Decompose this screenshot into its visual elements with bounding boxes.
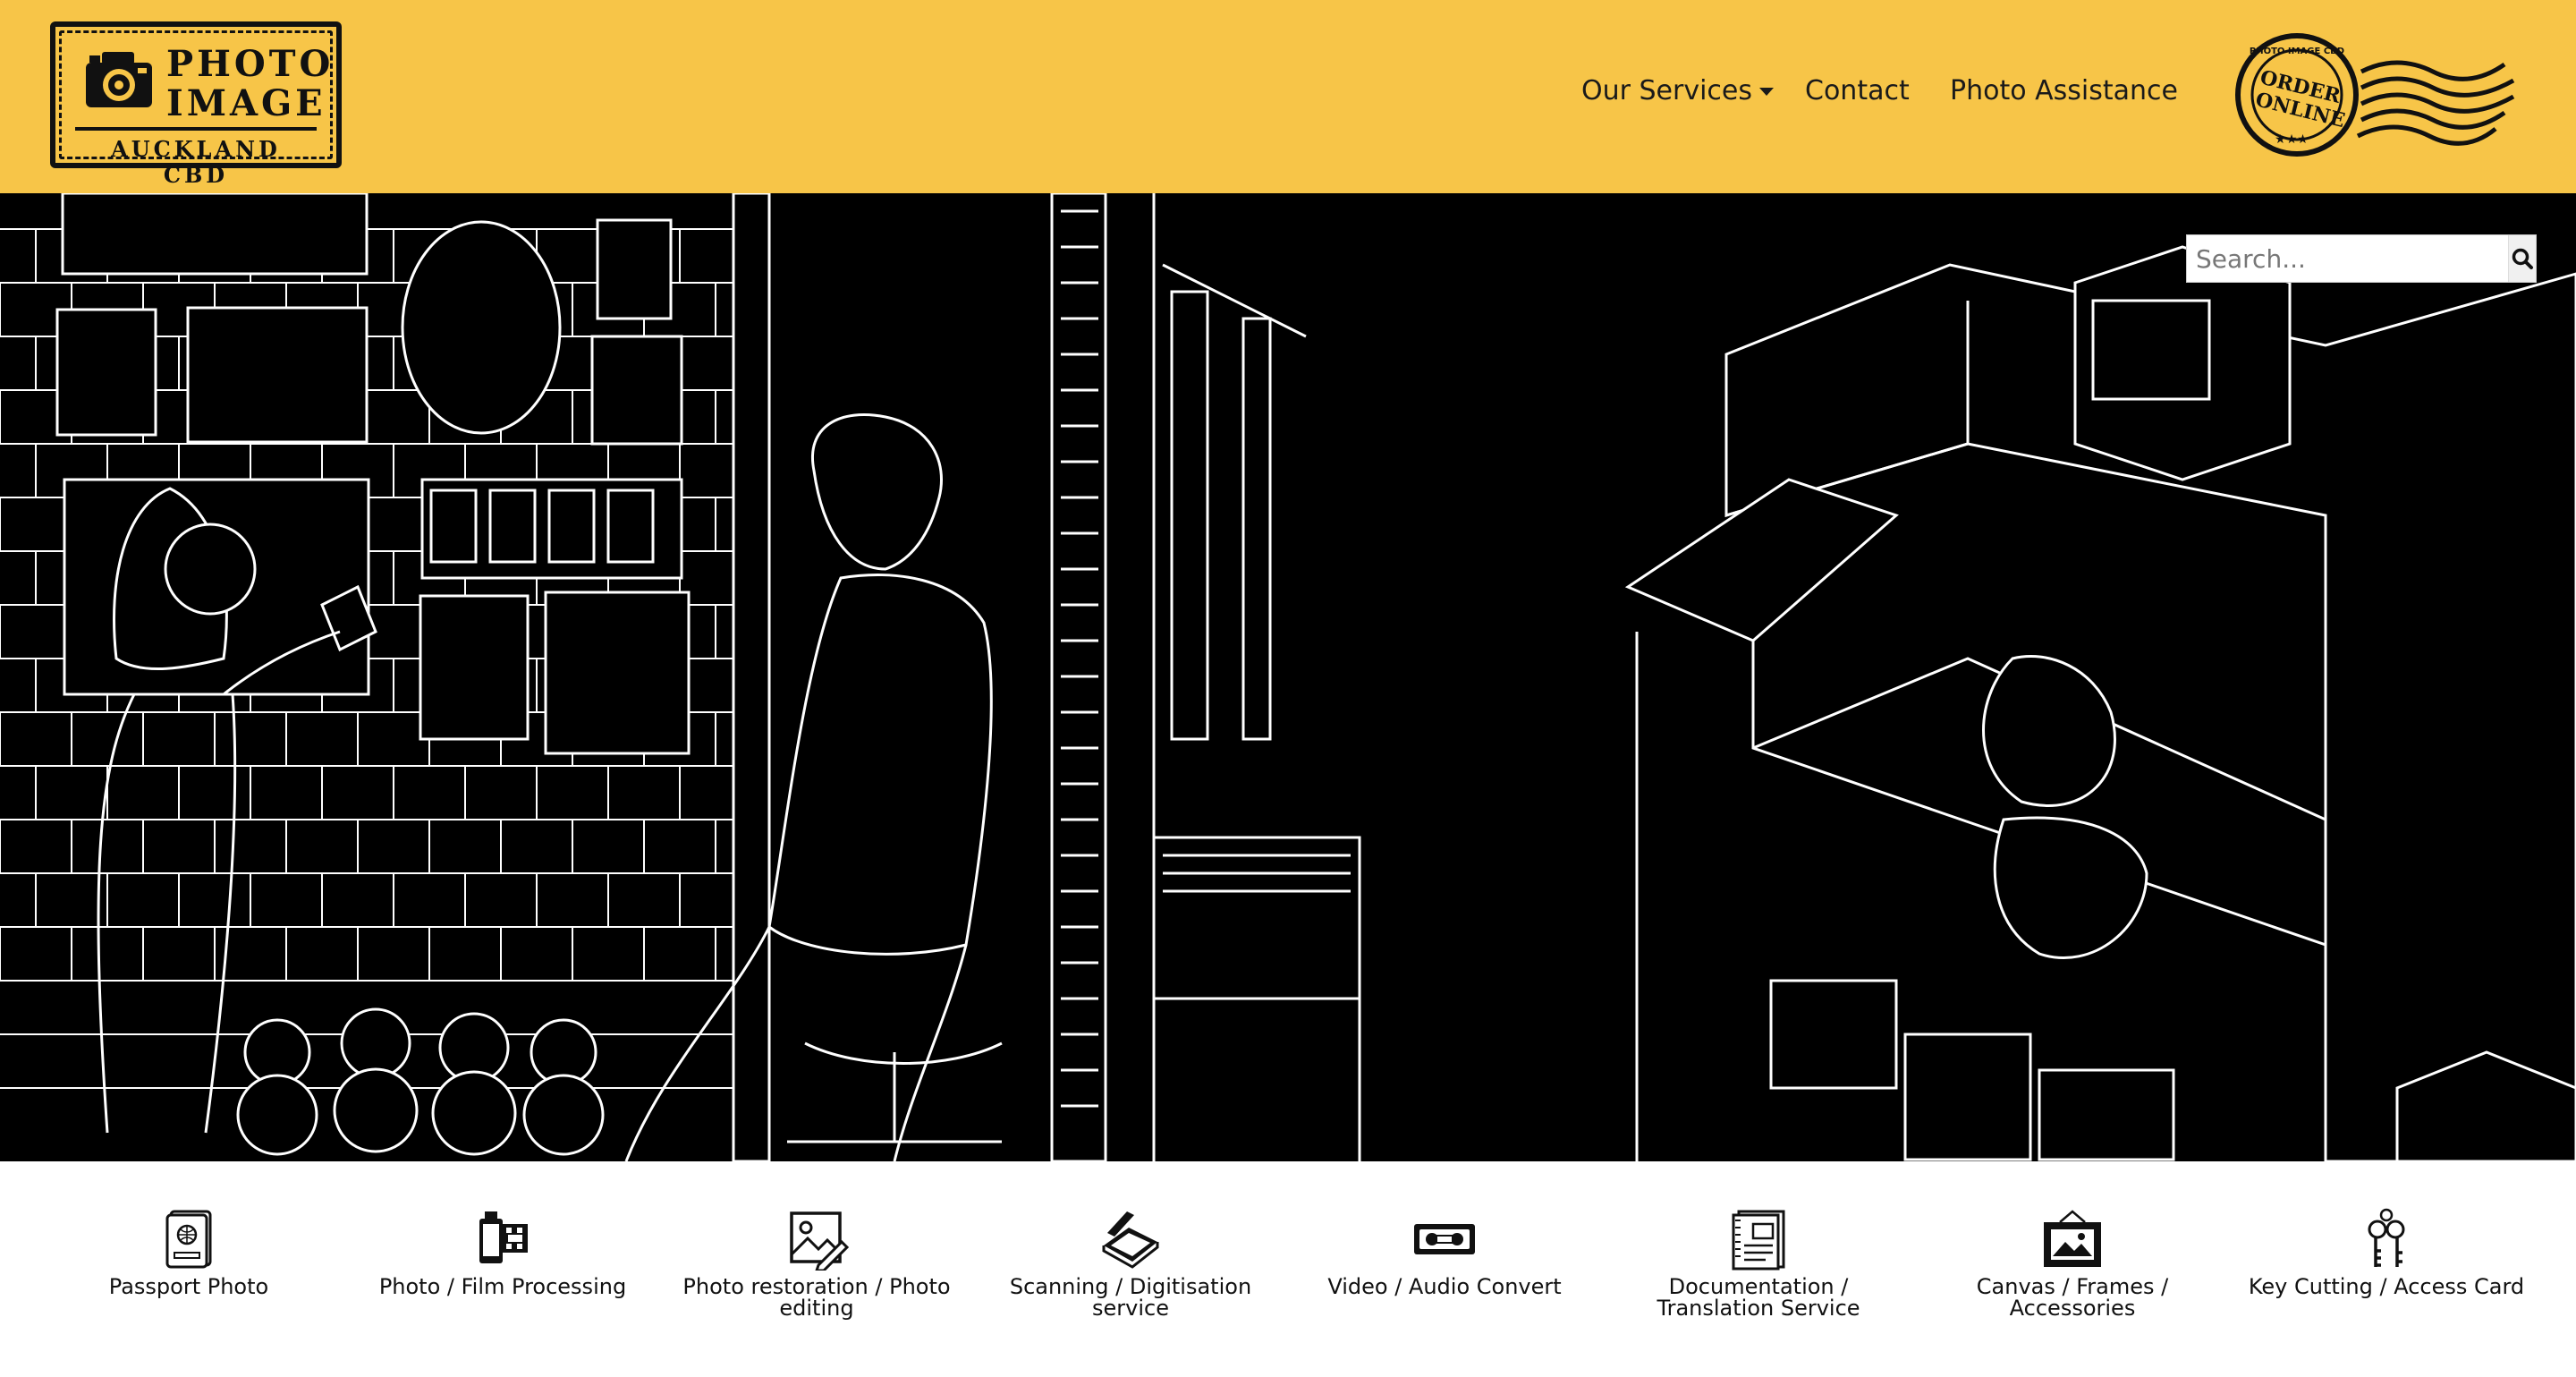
service-label: Documentation / Translation Service bbox=[1657, 1274, 1860, 1321]
search-box bbox=[2186, 234, 2537, 283]
postmark-stamp-icon: PHOTO IMAGE CBD ORDER ONLINE ★★★ bbox=[2235, 33, 2515, 157]
keys-icon bbox=[2368, 1208, 2405, 1267]
hero-illustration bbox=[0, 193, 2576, 1161]
logo-text-image: IMAGE bbox=[166, 82, 326, 124]
nav-our-services-label: Our Services bbox=[1581, 75, 1753, 106]
service-film-processing[interactable]: Photo / Film Processing bbox=[355, 1206, 650, 1297]
stamp-ring-text: PHOTO IMAGE CBD bbox=[2250, 47, 2344, 56]
service-canvas-frames[interactable]: Canvas / Frames / Accessories bbox=[1925, 1206, 2220, 1319]
scanner-icon bbox=[1102, 1211, 1159, 1269]
site-logo[interactable]: PHOTO IMAGE AUCKLAND CBD bbox=[50, 21, 342, 188]
service-scanning[interactable]: Scanning / Digitisation service bbox=[983, 1206, 1278, 1319]
document-icon bbox=[1732, 1210, 1785, 1271]
nav-contact[interactable]: Contact bbox=[1805, 75, 1910, 106]
service-label: Scanning / Digitisation service bbox=[1009, 1274, 1252, 1321]
service-label: Canvas / Frames / Accessories bbox=[1976, 1274, 2169, 1321]
service-label: Passport Photo bbox=[108, 1274, 269, 1299]
nav-photo-assistance[interactable]: Photo Assistance bbox=[1950, 75, 2178, 106]
workstation bbox=[1624, 245, 2576, 1161]
service-label: Key Cutting / Access Card bbox=[2248, 1274, 2525, 1299]
nav-our-services[interactable]: Our Services bbox=[1581, 75, 1775, 106]
site-header: PHOTO IMAGE AUCKLAND CBD Our Services Co… bbox=[0, 0, 2576, 193]
logo-text-location: AUCKLAND CBD bbox=[75, 127, 317, 188]
picture-frame-icon bbox=[2044, 1210, 2101, 1267]
camera-icon bbox=[86, 52, 152, 107]
service-documentation[interactable]: Documentation / Translation Service bbox=[1611, 1206, 1906, 1319]
search-button[interactable] bbox=[2508, 235, 2536, 282]
teddy-bears bbox=[236, 1007, 605, 1156]
service-key-cutting[interactable]: Key Cutting / Access Card bbox=[2239, 1206, 2534, 1297]
service-passport-photo[interactable]: Passport Photo bbox=[41, 1206, 336, 1297]
logo-text-photo: PHOTO bbox=[166, 43, 335, 85]
service-label: Photo / Film Processing bbox=[378, 1274, 627, 1299]
vhs-tape-icon bbox=[1414, 1224, 1475, 1254]
services-bar: Passport Photo Photo / Film Processing P… bbox=[0, 1161, 2576, 1377]
service-photo-restoration[interactable]: Photo restoration / Photo editing bbox=[669, 1206, 964, 1319]
service-label: Photo restoration / Photo editing bbox=[682, 1274, 951, 1321]
caret-down-icon bbox=[1759, 88, 1775, 96]
order-online-stamp[interactable]: PHOTO IMAGE CBD ORDER ONLINE ★★★ bbox=[2227, 23, 2531, 166]
search-icon bbox=[2512, 248, 2533, 269]
film-roll-icon bbox=[479, 1211, 528, 1263]
passport-icon bbox=[165, 1210, 212, 1269]
service-label: Video / Audio Convert bbox=[1327, 1274, 1562, 1299]
svg-text:★★★: ★★★ bbox=[2275, 132, 2309, 147]
search-input[interactable] bbox=[2187, 235, 2508, 282]
photo-edit-icon bbox=[790, 1211, 849, 1271]
studio-line-drawing bbox=[0, 193, 2576, 1161]
service-video-audio[interactable]: Video / Audio Convert bbox=[1297, 1206, 1592, 1297]
